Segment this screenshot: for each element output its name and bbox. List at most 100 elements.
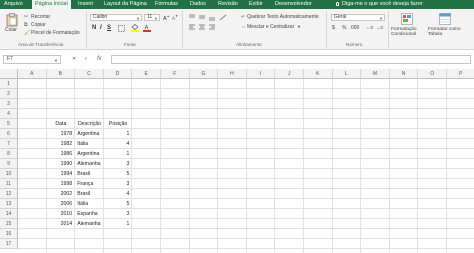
tab-desenvolvedor[interactable]: Desenvolvedor — [275, 0, 312, 9]
underline-button[interactable]: S — [107, 25, 111, 32]
column-header[interactable]: N — [389, 69, 419, 79]
increase-decimal-icon[interactable]: ←0 — [366, 25, 373, 31]
position-cell[interactable]: 4 — [104, 189, 133, 199]
decrease-decimal-icon[interactable]: →0 — [376, 25, 383, 31]
description-cell[interactable]: Alemanha — [75, 219, 104, 229]
year-cell[interactable]: 1998 — [47, 179, 76, 189]
position-cell[interactable]: 1 — [104, 149, 133, 159]
font-name-select[interactable]: Calibri ▼ — [90, 14, 142, 21]
tab-exibir[interactable]: Exibir — [249, 0, 263, 9]
copy-button[interactable]: Copiar — [31, 22, 46, 28]
row-header[interactable]: 9 — [0, 159, 18, 169]
merge-center-button[interactable]: Mesclar e Centralizar — [247, 24, 294, 30]
bold-button[interactable]: N — [92, 25, 96, 32]
row-header[interactable]: 3 — [0, 99, 18, 109]
shrink-font-icon[interactable]: A▼ — [172, 14, 178, 21]
top-align-icons[interactable] — [188, 14, 228, 21]
column-header[interactable]: M — [361, 69, 390, 79]
name-box[interactable]: F7 ▼ — [3, 55, 61, 64]
row-header[interactable]: 17 — [0, 239, 18, 249]
description-cell[interactable]: Itália — [75, 199, 104, 209]
year-cell[interactable]: 2002 — [47, 189, 76, 199]
position-cell[interactable]: 3 — [104, 209, 133, 219]
position-cell[interactable]: 1 — [104, 219, 133, 229]
tell-me-search[interactable]: Diga-me o que você deseja fazer — [336, 0, 423, 9]
select-all-corner[interactable] — [0, 69, 18, 79]
enter-icon[interactable]: ✓ — [84, 55, 88, 64]
percent-button[interactable]: % — [342, 25, 346, 31]
column-header[interactable]: D — [103, 69, 133, 79]
insert-function-button[interactable]: fx — [97, 55, 102, 64]
conditional-formatting-button[interactable]: Formatação Condicional — [391, 12, 425, 42]
row-header[interactable]: 13 — [0, 199, 18, 209]
row-header[interactable]: 11 — [0, 179, 18, 189]
row-header[interactable]: 15 — [0, 219, 18, 229]
thousands-button[interactable]: 000 — [351, 25, 359, 31]
description-cell[interactable]: Itália — [75, 139, 104, 149]
column-header[interactable]: J — [275, 69, 304, 79]
column-header[interactable]: H — [218, 69, 247, 79]
italic-button[interactable]: I — [100, 25, 102, 32]
row-header[interactable]: 10 — [0, 169, 18, 179]
row-header[interactable]: 1 — [0, 79, 18, 89]
row-header[interactable]: 14 — [0, 209, 18, 219]
column-header[interactable]: I — [246, 69, 276, 79]
tab-arquivo[interactable]: Arquivo — [4, 0, 23, 9]
position-cell[interactable]: 1 — [104, 129, 133, 139]
column-header[interactable]: K — [304, 69, 333, 79]
row-header[interactable]: 4 — [0, 109, 18, 119]
column-header[interactable]: A — [18, 69, 47, 79]
table-header-cell[interactable]: Posição — [104, 119, 133, 129]
year-cell[interactable]: 2014 — [47, 219, 76, 229]
year-cell[interactable]: 2006 — [47, 199, 76, 209]
position-cell[interactable]: 4 — [104, 139, 133, 149]
row-header[interactable]: 6 — [0, 129, 18, 139]
position-cell[interactable]: 3 — [104, 179, 133, 189]
row-header[interactable]: 12 — [0, 189, 18, 199]
row-header[interactable]: 5 — [0, 119, 18, 129]
format-as-table-button[interactable]: Formatar como Tabela — [428, 12, 462, 42]
tab-pagina-inicial[interactable]: Página Inicial — [32, 0, 71, 9]
year-cell[interactable]: 1986 — [47, 149, 76, 159]
formula-input[interactable] — [111, 55, 471, 64]
column-header[interactable]: B — [46, 69, 76, 79]
year-cell[interactable]: 1994 — [47, 169, 76, 179]
description-cell[interactable]: Brasil — [75, 189, 104, 199]
description-cell[interactable]: Espanha — [75, 209, 104, 219]
row-header[interactable]: 2 — [0, 89, 18, 99]
row-header[interactable]: 7 — [0, 139, 18, 149]
tab-inserir[interactable]: Inserir — [78, 0, 93, 9]
currency-button[interactable]: $ — [332, 25, 335, 31]
column-header[interactable]: C — [75, 69, 104, 79]
year-cell[interactable]: 1990 — [47, 159, 76, 169]
number-format-select[interactable]: Geral ▼ — [331, 14, 385, 21]
position-cell[interactable]: 3 — [104, 159, 133, 169]
position-cell[interactable]: 5 — [104, 199, 133, 209]
borders-icon[interactable] — [118, 25, 126, 32]
year-cell[interactable]: 1982 — [47, 139, 76, 149]
tab-formulas[interactable]: Fórmulas — [155, 0, 178, 9]
chevron-down-icon[interactable]: ▼ — [297, 24, 301, 30]
description-cell[interactable]: Alemanha — [75, 159, 104, 169]
horizontal-align-icons[interactable] — [188, 24, 228, 31]
year-cell[interactable]: 1978 — [47, 129, 76, 139]
table-header-cell[interactable]: Data — [47, 119, 76, 129]
description-cell[interactable]: Argentina — [75, 149, 104, 159]
column-header[interactable]: L — [332, 69, 362, 79]
row-header[interactable]: 8 — [0, 149, 18, 159]
wrap-text-button[interactable]: Quebrar Texto Automaticamente — [247, 14, 319, 20]
table-header-cell[interactable]: Descrição — [75, 119, 104, 129]
description-cell[interactable]: França — [75, 179, 104, 189]
description-cell[interactable]: Brasil — [75, 169, 104, 179]
cut-button[interactable]: Recortar — [31, 14, 50, 20]
column-header[interactable]: F — [161, 69, 190, 79]
fill-color-icon[interactable] — [131, 24, 140, 32]
font-size-select[interactable]: 11 ▼ — [144, 14, 160, 21]
tab-layout-da-pagina[interactable]: Layout da Página — [104, 0, 147, 9]
column-header[interactable]: E — [132, 69, 161, 79]
spreadsheet-grid[interactable]: ABCDEFGHIJKLMNOPQ12345678910111213141516… — [0, 69, 474, 253]
column-header[interactable]: P — [447, 69, 474, 79]
column-header[interactable]: O — [418, 69, 447, 79]
cancel-icon[interactable]: ✕ — [72, 55, 76, 64]
tab-dados[interactable]: Dados — [190, 0, 206, 9]
